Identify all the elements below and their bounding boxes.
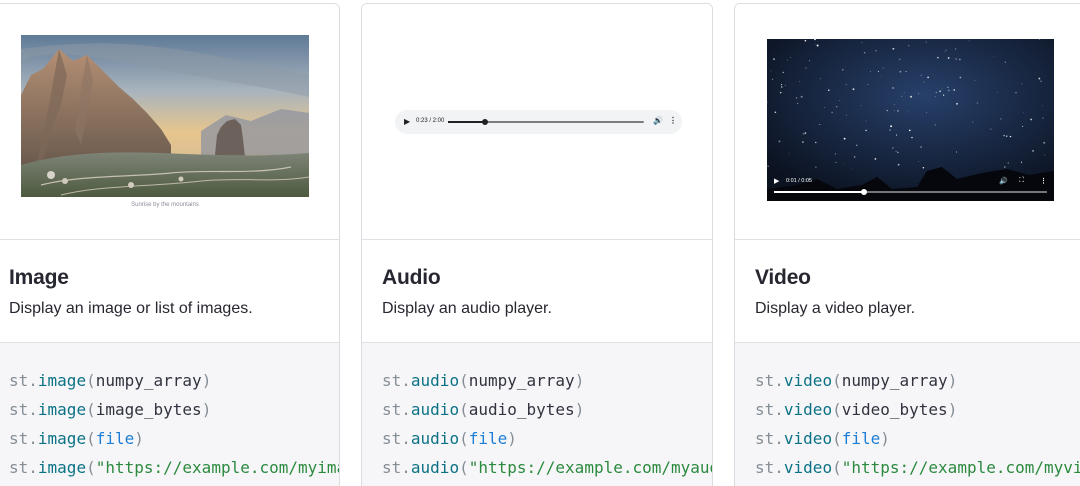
code-line: st.image(file): [9, 429, 144, 448]
image-card-info: Image Display an image or list of images…: [0, 240, 339, 343]
image-caption: Sunrise by the mountains: [131, 202, 199, 208]
code-line: st.audio(file): [382, 429, 517, 448]
audio-player[interactable]: ▶ 0:23 / 2:00 🔊 ⋮: [395, 110, 682, 134]
code-line: st.video("https://example.com/myvideo.mp…: [755, 458, 1080, 477]
card-title[interactable]: Video: [755, 266, 811, 290]
audio-card-info: Audio Display an audio player.: [362, 240, 712, 343]
code-line: st.audio(audio_bytes): [382, 400, 585, 419]
card-title[interactable]: Image: [9, 266, 69, 290]
card-description: Display an audio player.: [382, 300, 552, 317]
audio-seek-bar[interactable]: [448, 119, 644, 125]
more-vert-icon[interactable]: ⋮: [1040, 177, 1047, 185]
starry-sky-frame: [767, 39, 1054, 201]
card-description: Display a video player.: [755, 300, 916, 317]
card-description: Display an image or list of images.: [9, 300, 253, 317]
video-player[interactable]: ▶ 0:01 / 0:05 🔊 ⛶ ⋮: [767, 39, 1054, 201]
video-progress: [774, 191, 864, 193]
audio-time: 0:23 / 2:00: [416, 118, 445, 124]
video-seek-bar[interactable]: [774, 189, 1047, 195]
card-title[interactable]: Audio: [382, 266, 441, 290]
image-card[interactable]: Sunrise by the mountains Image Display a…: [0, 3, 340, 486]
video-card-info: Video Display a video player.: [735, 240, 1080, 343]
code-line: st.video(video_bytes): [755, 400, 958, 419]
play-icon[interactable]: ▶: [404, 117, 410, 127]
code-line: st.image(image_bytes): [9, 400, 212, 419]
audio-code-block: st.audio(numpy_array) st.audio(audio_byt…: [362, 343, 712, 486]
video-seek-handle[interactable]: [861, 189, 867, 195]
audio-card[interactable]: ▶ 0:23 / 2:00 🔊 ⋮ Audio Display an audio…: [361, 3, 713, 486]
video-time: 0:01 / 0:05: [786, 178, 812, 184]
audio-progress: [448, 121, 485, 123]
mountain-photo: [21, 35, 309, 197]
volume-icon[interactable]: 🔊: [653, 116, 663, 125]
fullscreen-icon[interactable]: ⛶: [1019, 177, 1024, 185]
code-line: st.video(numpy_array): [755, 371, 958, 390]
code-line: st.audio(numpy_array): [382, 371, 585, 390]
play-icon[interactable]: ▶: [774, 177, 779, 185]
code-line: st.audio("https://example.com/myaudio.mp…: [382, 458, 712, 477]
video-card-preview: ▶ 0:01 / 0:05 🔊 ⛶ ⋮: [735, 4, 1080, 240]
audio-card-preview: ▶ 0:23 / 2:00 🔊 ⋮: [362, 4, 712, 240]
image-code-block: st.image(numpy_array) st.image(image_byt…: [0, 343, 339, 486]
code-line: st.video(file): [755, 429, 890, 448]
image-card-preview: Sunrise by the mountains: [0, 4, 339, 240]
volume-icon[interactable]: 🔊: [999, 177, 1008, 185]
code-line: st.image("https://example.com/myimage.jp…: [9, 458, 339, 477]
video-card[interactable]: ▶ 0:01 / 0:05 🔊 ⛶ ⋮ Video Display a vide…: [734, 3, 1080, 486]
code-line: st.image(numpy_array): [9, 371, 212, 390]
audio-seek-handle[interactable]: [482, 119, 488, 125]
video-code-block: st.video(numpy_array) st.video(video_byt…: [735, 343, 1080, 486]
more-vert-icon[interactable]: ⋮: [669, 116, 677, 125]
